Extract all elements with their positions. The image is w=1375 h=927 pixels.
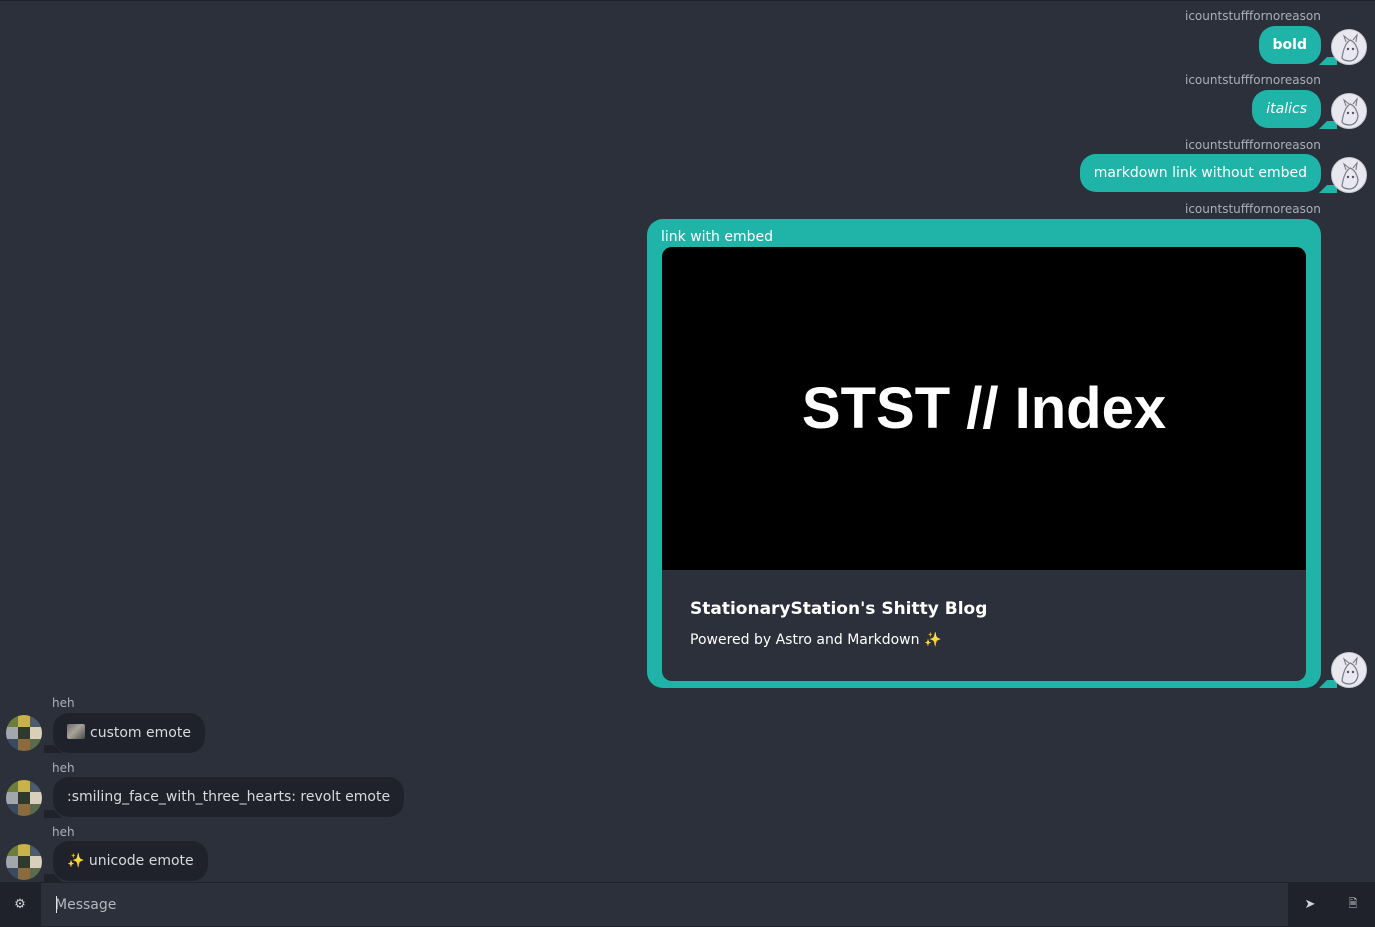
avatar-self[interactable]	[1331, 652, 1367, 688]
message-bubble-unicode-emote[interactable]: ✨ unicode emote	[53, 841, 208, 881]
avatar-collage-icon	[6, 844, 42, 880]
message-input[interactable]	[41, 883, 1288, 926]
message-bubble-link[interactable]: markdown link without embed	[1079, 154, 1321, 192]
avatar-other-user[interactable]	[6, 844, 42, 880]
message-author: icountstufffornoreason	[1185, 202, 1321, 216]
message-bubble-embed[interactable]: link with embed STST // Index Stationary…	[647, 219, 1321, 688]
avatar-other-user[interactable]	[6, 715, 42, 751]
message-author: icountstufffornoreason	[1185, 73, 1321, 87]
message-author: icountstufffornoreason	[1185, 138, 1321, 152]
embed-preview-image[interactable]: STST // Index	[662, 247, 1306, 570]
embed-description: Powered by Astro and Markdown ✨	[690, 632, 942, 648]
send-button[interactable]: ➤	[1290, 882, 1330, 927]
avatar-drawing-icon	[1341, 33, 1359, 62]
message-composer: ⚙ ➤ 🗎	[0, 882, 1375, 927]
avatar-other-user[interactable]	[6, 780, 42, 816]
message-author: icountstufffornoreason	[1185, 9, 1321, 23]
message-list[interactable]: icountstufffornoreason bold icountstufff…	[0, 1, 1375, 882]
avatar-self[interactable]	[1331, 157, 1367, 193]
message-text: custom emote	[90, 725, 191, 741]
custom-emote-icon	[67, 724, 85, 739]
message-bubble-italic[interactable]: italics	[1252, 90, 1321, 128]
file-icon: 🗎	[1348, 897, 1358, 910]
avatar-drawing-icon	[1341, 161, 1359, 190]
avatar-self[interactable]	[1331, 93, 1367, 129]
message-bubble-bold[interactable]: bold	[1258, 26, 1321, 64]
embed-title[interactable]: StationaryStation's Shitty Blog	[690, 599, 987, 619]
message-bubble-custom-emote[interactable]: custom emote	[53, 713, 205, 753]
attach-file-button[interactable]: 🗎	[1333, 882, 1373, 927]
avatar-collage-icon	[6, 780, 42, 816]
text-caret	[56, 896, 57, 913]
message-author: heh	[52, 761, 75, 775]
message-text: link with embed	[661, 229, 773, 245]
embed-image-text: STST // Index	[801, 376, 1167, 441]
avatar-collage-icon	[6, 715, 42, 751]
gear-icon: ⚙	[14, 897, 26, 912]
avatar-drawing-icon	[1341, 656, 1359, 685]
link-embed-card[interactable]: STST // Index StationaryStation's Shitty…	[662, 247, 1306, 681]
settings-button[interactable]: ⚙	[0, 882, 40, 927]
avatar-self[interactable]	[1331, 29, 1367, 65]
message-bubble-revolt-emote[interactable]: :smiling_face_with_three_hearts: revolt …	[53, 777, 405, 817]
send-icon: ➤	[1304, 897, 1316, 912]
message-author: heh	[52, 696, 75, 710]
avatar-drawing-icon	[1341, 97, 1359, 126]
message-author: heh	[52, 825, 75, 839]
